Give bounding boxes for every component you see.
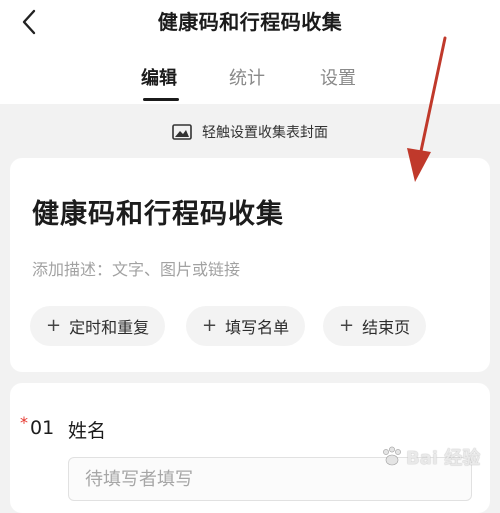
required-mark: *: [20, 413, 28, 432]
page-title: 健康码和行程码收集: [157, 10, 343, 34]
tab-stats[interactable]: 统计: [229, 64, 265, 90]
set-cover-label: 轻触设置收集表封面: [202, 125, 328, 141]
fill-list-button[interactable]: + 填写名单: [186, 306, 306, 346]
active-tab-indicator: [143, 98, 179, 101]
end-page-label: 结束页: [362, 318, 411, 337]
schedule-repeat-label: 定时和重复: [69, 318, 150, 337]
schedule-repeat-button[interactable]: + 定时和重复: [30, 306, 166, 346]
end-page-button[interactable]: + 结束页: [323, 306, 427, 346]
top-header: 健康码和行程码收集 编辑 统计 设置: [0, 0, 500, 104]
baidu-watermark: Bai 经验: [380, 444, 480, 470]
plus-icon: +: [202, 315, 218, 336]
plus-icon: +: [339, 315, 355, 336]
question-number: 01: [30, 417, 55, 439]
fill-list-label: 填写名单: [225, 318, 290, 337]
question-label: 姓名: [68, 420, 107, 442]
form-header-card: 健康码和行程码收集 添加描述：文字、图片或链接 + 定时和重复 + 填写名单 +…: [10, 158, 490, 372]
watermark-text: Bai 经验: [406, 448, 481, 469]
form-title[interactable]: 健康码和行程码收集: [32, 192, 284, 231]
image-icon: [172, 124, 192, 140]
description-field[interactable]: 添加描述：文字、图片或链接: [32, 256, 240, 280]
paw-icon: [383, 446, 401, 466]
set-cover-button[interactable]: 轻触设置收集表封面: [0, 122, 500, 142]
tab-bar: 编辑 统计 设置: [0, 64, 500, 104]
plus-icon: +: [46, 315, 62, 336]
tab-settings[interactable]: 设置: [320, 64, 356, 90]
tab-edit[interactable]: 编辑: [141, 64, 177, 90]
